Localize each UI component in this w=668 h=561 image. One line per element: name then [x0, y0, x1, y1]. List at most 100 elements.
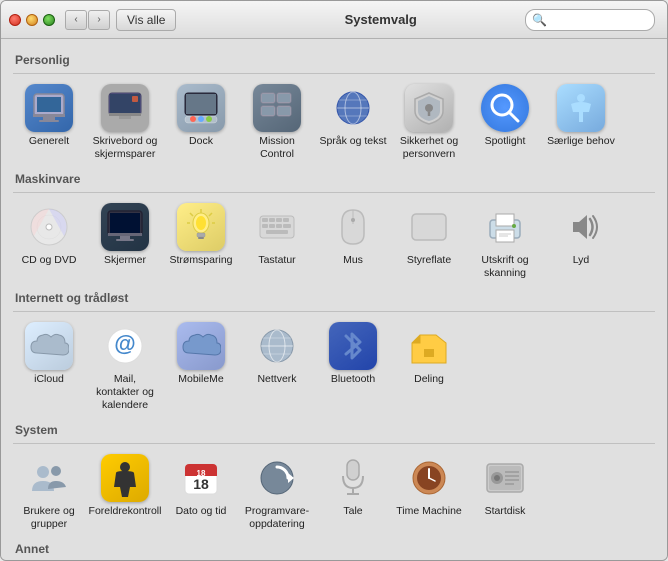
icon-label-sarlige: Særlige behov: [547, 135, 615, 148]
icon-label-dock: Dock: [189, 135, 213, 148]
minimize-button[interactable]: [26, 14, 38, 26]
icon-img-dock: [177, 84, 225, 132]
svg-text:18: 18: [193, 476, 209, 492]
window-title: Systemvalg: [182, 12, 579, 27]
main-window: ‹ › Vis alle Systemvalg 🔍 Personlig Gener…: [0, 0, 668, 561]
icon-label-tale: Tale: [343, 505, 362, 518]
section-title-annet: Annet: [13, 542, 655, 556]
icon-img-icloud: [25, 322, 73, 370]
icon-img-timemachine: [405, 454, 453, 502]
icon-item-mus[interactable]: Mus: [317, 199, 389, 283]
icon-img-utskrift: [481, 203, 529, 251]
icon-img-generelt: [25, 84, 73, 132]
icon-item-timemachine[interactable]: Time Machine: [393, 450, 465, 534]
icon-label-cddvd: CD og DVD: [22, 254, 77, 267]
icon-label-sprak: Språk og tekst: [319, 135, 386, 148]
icon-item-skjermer[interactable]: Skjermer: [89, 199, 161, 283]
icon-img-sprak: [329, 84, 377, 132]
icon-label-utskrift: Utskrift og skanning: [471, 254, 539, 279]
icon-img-sarlige: [557, 84, 605, 132]
icon-img-tale: [329, 454, 377, 502]
section-divider-internett: [13, 311, 655, 312]
icon-grid-personlig: Generelt Skrivebord og skjermsparer Dock Mi…: [13, 80, 655, 164]
traffic-lights: [9, 14, 55, 26]
icon-item-brukere[interactable]: Brukere og grupper: [13, 450, 85, 534]
icon-label-mus: Mus: [343, 254, 363, 267]
icon-item-utskrift[interactable]: Utskrift og skanning: [469, 199, 541, 283]
search-input[interactable]: [550, 14, 648, 26]
icon-label-mobileme: MobileMe: [178, 373, 224, 386]
icon-label-skjermer: Skjermer: [104, 254, 146, 267]
icon-label-sikkerhet: Sikkerhet og personvern: [395, 135, 463, 160]
icon-label-tastatur: Tastatur: [258, 254, 295, 267]
icon-label-dato: Dato og tid: [176, 505, 227, 518]
icon-item-deling[interactable]: Deling: [393, 318, 465, 415]
icon-item-spotlight[interactable]: Spotlight: [469, 80, 541, 164]
icon-item-sikkerhet[interactable]: Sikkerhet og personvern: [393, 80, 465, 164]
icon-item-lyd[interactable]: Lyd: [545, 199, 617, 283]
icon-img-styreflate: [405, 203, 453, 251]
icon-item-startdisk[interactable]: Startdisk: [469, 450, 541, 534]
icon-img-foreldrekontroll: [101, 454, 149, 502]
icon-item-tastatur[interactable]: Tastatur: [241, 199, 313, 283]
icon-img-bluetooth: [329, 322, 377, 370]
icon-item-dock[interactable]: Dock: [165, 80, 237, 164]
content-area: Personlig Generelt Skrivebord og skjermspa…: [1, 39, 667, 560]
icon-label-nettverk: Nettverk: [257, 373, 296, 386]
icon-img-spotlight: [481, 84, 529, 132]
icon-label-mail: Mail, kontakter og kalendere: [91, 373, 159, 411]
icon-img-cddvd: [25, 203, 73, 251]
icon-img-mus: [329, 203, 377, 251]
icon-img-sikkerhet: [405, 84, 453, 132]
icon-item-stromsparing[interactable]: Strømsparing: [165, 199, 237, 283]
icon-item-programvare[interactable]: Programvare­oppdatering: [241, 450, 313, 534]
section-title-personlig: Personlig: [13, 53, 655, 67]
search-box[interactable]: 🔍: [525, 9, 655, 31]
icon-item-dato[interactable]: 1818 Dato og tid: [165, 450, 237, 534]
icon-img-lyd: [557, 203, 605, 251]
icon-label-icloud: iCloud: [34, 373, 64, 386]
section-title-system: System: [13, 423, 655, 437]
icon-label-programvare: Programvare­oppdatering: [243, 505, 311, 530]
icon-label-styreflate: Styreflate: [407, 254, 451, 267]
icon-item-bluetooth[interactable]: Bluetooth: [317, 318, 389, 415]
icon-img-nettverk: [253, 322, 301, 370]
icon-img-dato: 1818: [177, 454, 225, 502]
forward-button[interactable]: ›: [88, 10, 110, 30]
icon-img-deling: [405, 322, 453, 370]
show-all-button[interactable]: Vis alle: [116, 9, 176, 31]
search-icon: 🔍: [532, 13, 547, 27]
icon-label-generelt: Generelt: [29, 135, 69, 148]
section-divider-maskinvare: [13, 192, 655, 193]
icon-item-sarlige[interactable]: Særlige behov: [545, 80, 617, 164]
maximize-button[interactable]: [43, 14, 55, 26]
icon-img-mission: [253, 84, 301, 132]
icon-label-skrivebord: Skrivebord og skjermsparer: [91, 135, 159, 160]
icon-item-sprak[interactable]: Språk og tekst: [317, 80, 389, 164]
icon-item-cddvd[interactable]: CD og DVD: [13, 199, 85, 283]
icon-label-lyd: Lyd: [573, 254, 590, 267]
icon-img-programvare: [253, 454, 301, 502]
icon-item-nettverk[interactable]: Nettverk: [241, 318, 313, 415]
icon-item-styreflate[interactable]: Styreflate: [393, 199, 465, 283]
svg-text:@: @: [114, 331, 135, 356]
icon-item-icloud[interactable]: iCloud: [13, 318, 85, 415]
icon-img-tastatur: [253, 203, 301, 251]
section-divider-personlig: [13, 73, 655, 74]
icon-label-timemachine: Time Machine: [396, 505, 462, 518]
icon-img-skjermer: [101, 203, 149, 251]
icon-item-tale[interactable]: Tale: [317, 450, 389, 534]
close-button[interactable]: [9, 14, 21, 26]
icon-item-mission[interactable]: Mission Control: [241, 80, 313, 164]
icon-item-mobileme[interactable]: MobileMe: [165, 318, 237, 415]
back-button[interactable]: ‹: [65, 10, 87, 30]
icon-label-mission: Mission Control: [243, 135, 311, 160]
icon-item-foreldrekontroll[interactable]: Foreldrekontroll: [89, 450, 161, 534]
icon-item-mail[interactable]: @ Mail, kontakter og kalendere: [89, 318, 161, 415]
icon-img-stromsparing: [177, 203, 225, 251]
icon-item-skrivebord[interactable]: Skrivebord og skjermsparer: [89, 80, 161, 164]
icon-label-spotlight: Spotlight: [485, 135, 526, 148]
icon-item-generelt[interactable]: Generelt: [13, 80, 85, 164]
nav-buttons: ‹ ›: [65, 10, 110, 30]
icon-img-startdisk: [481, 454, 529, 502]
